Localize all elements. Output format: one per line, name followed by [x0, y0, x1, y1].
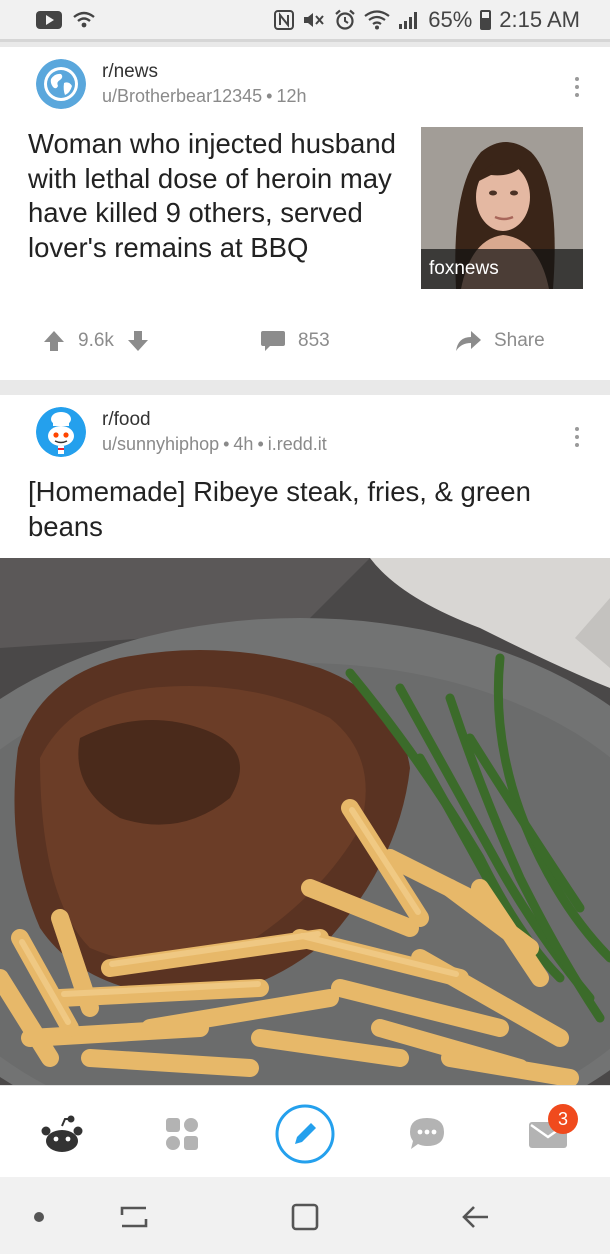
subreddit-avatar-news[interactable] [36, 59, 86, 109]
thumbnail-source: foxnews [421, 249, 583, 289]
post-age: 4h [233, 434, 254, 454]
home-icon [41, 1115, 83, 1152]
communities-tab[interactable] [152, 1104, 212, 1164]
battery-icon [480, 9, 492, 30]
upvote-count: 9.6k [78, 330, 114, 351]
post-byline: u/sunnyhiphop • 4h • i.redd.it [102, 432, 327, 456]
comment-icon [261, 331, 285, 351]
subreddit-name[interactable]: r/food [102, 408, 327, 432]
post-author[interactable]: u/sunnyhiphop [102, 434, 219, 454]
comments-button[interactable]: 853 [260, 329, 330, 353]
upvote-icon[interactable] [42, 329, 66, 353]
post-byline: u/Brotherbear12345 • 12h [102, 84, 306, 108]
wifi-icon [364, 9, 390, 30]
mute-icon [302, 10, 326, 30]
back-icon [462, 1206, 488, 1228]
post-meta: r/news u/Brotherbear12345 • 12h [36, 59, 306, 109]
system-nav-bar [0, 1177, 610, 1254]
separator-dot: • [266, 86, 273, 106]
post-thumbnail[interactable]: foxnews [421, 127, 583, 289]
separator-dot: • [223, 434, 230, 454]
post-title[interactable]: Woman who injected husband with lethal d… [28, 127, 398, 265]
dot-button[interactable] [17, 1195, 61, 1239]
post-actions: 9.6k 853 Share [0, 327, 610, 363]
post-image[interactable] [0, 558, 610, 1085]
separator-dot: • [257, 434, 264, 454]
back-button[interactable] [454, 1195, 498, 1239]
steak-dinner-image [0, 558, 610, 1085]
clock: 2:15 AM [499, 6, 580, 32]
post-options-icon[interactable] [574, 77, 580, 97]
create-post-icon [275, 1104, 335, 1164]
post-options-icon[interactable] [574, 427, 580, 447]
nfc-icon [274, 9, 295, 30]
subreddit-name[interactable]: r/news [102, 60, 306, 84]
status-right: 65% 2:15 AM [274, 7, 580, 33]
inbox-badge: 3 [548, 1104, 578, 1134]
recents-icon [120, 1206, 148, 1228]
chat-icon [410, 1118, 444, 1149]
subreddit-avatar-food[interactable] [36, 407, 86, 457]
chat-tab[interactable] [397, 1104, 457, 1164]
signal-icon [398, 10, 420, 30]
home-button[interactable] [283, 1195, 327, 1239]
status-bar: 65% 2:15 AM [0, 0, 610, 42]
recents-button[interactable] [112, 1195, 156, 1239]
dot-icon [34, 1212, 44, 1222]
downvote-icon[interactable] [126, 329, 150, 353]
post-title[interactable]: [Homemade] Ribeye steak, fries, & green … [28, 475, 588, 544]
share-label: Share [494, 330, 545, 351]
youtube-icon [36, 10, 62, 29]
home-square-icon [291, 1203, 319, 1231]
post-domain[interactable]: i.redd.it [268, 434, 327, 454]
post-meta: r/food u/sunnyhiphop • 4h • i.redd.it [36, 407, 327, 457]
share-icon [456, 331, 481, 351]
communities-icon [166, 1118, 198, 1150]
battery-percent: 65% [428, 6, 473, 32]
comment-count: 853 [298, 330, 330, 351]
post-age: 12h [276, 86, 307, 106]
bottom-nav: 3 [0, 1085, 610, 1177]
create-post-button[interactable] [275, 1104, 335, 1164]
vote-group: 9.6k [42, 329, 150, 353]
post-card-news[interactable]: r/news u/Brotherbear12345 • 12h Woman who … [0, 47, 610, 380]
share-button[interactable]: Share [454, 329, 545, 353]
home-tab[interactable] [32, 1104, 92, 1164]
post-card-food[interactable]: r/food u/sunnyhiphop • 4h • i.redd.it [Homem… [0, 395, 610, 1085]
status-left [36, 10, 96, 30]
post-author[interactable]: u/Brotherbear12345 [102, 86, 262, 106]
inbox-tab[interactable]: 3 [518, 1104, 578, 1164]
alarm-icon [334, 9, 356, 31]
wifi-calling-icon [72, 10, 96, 30]
